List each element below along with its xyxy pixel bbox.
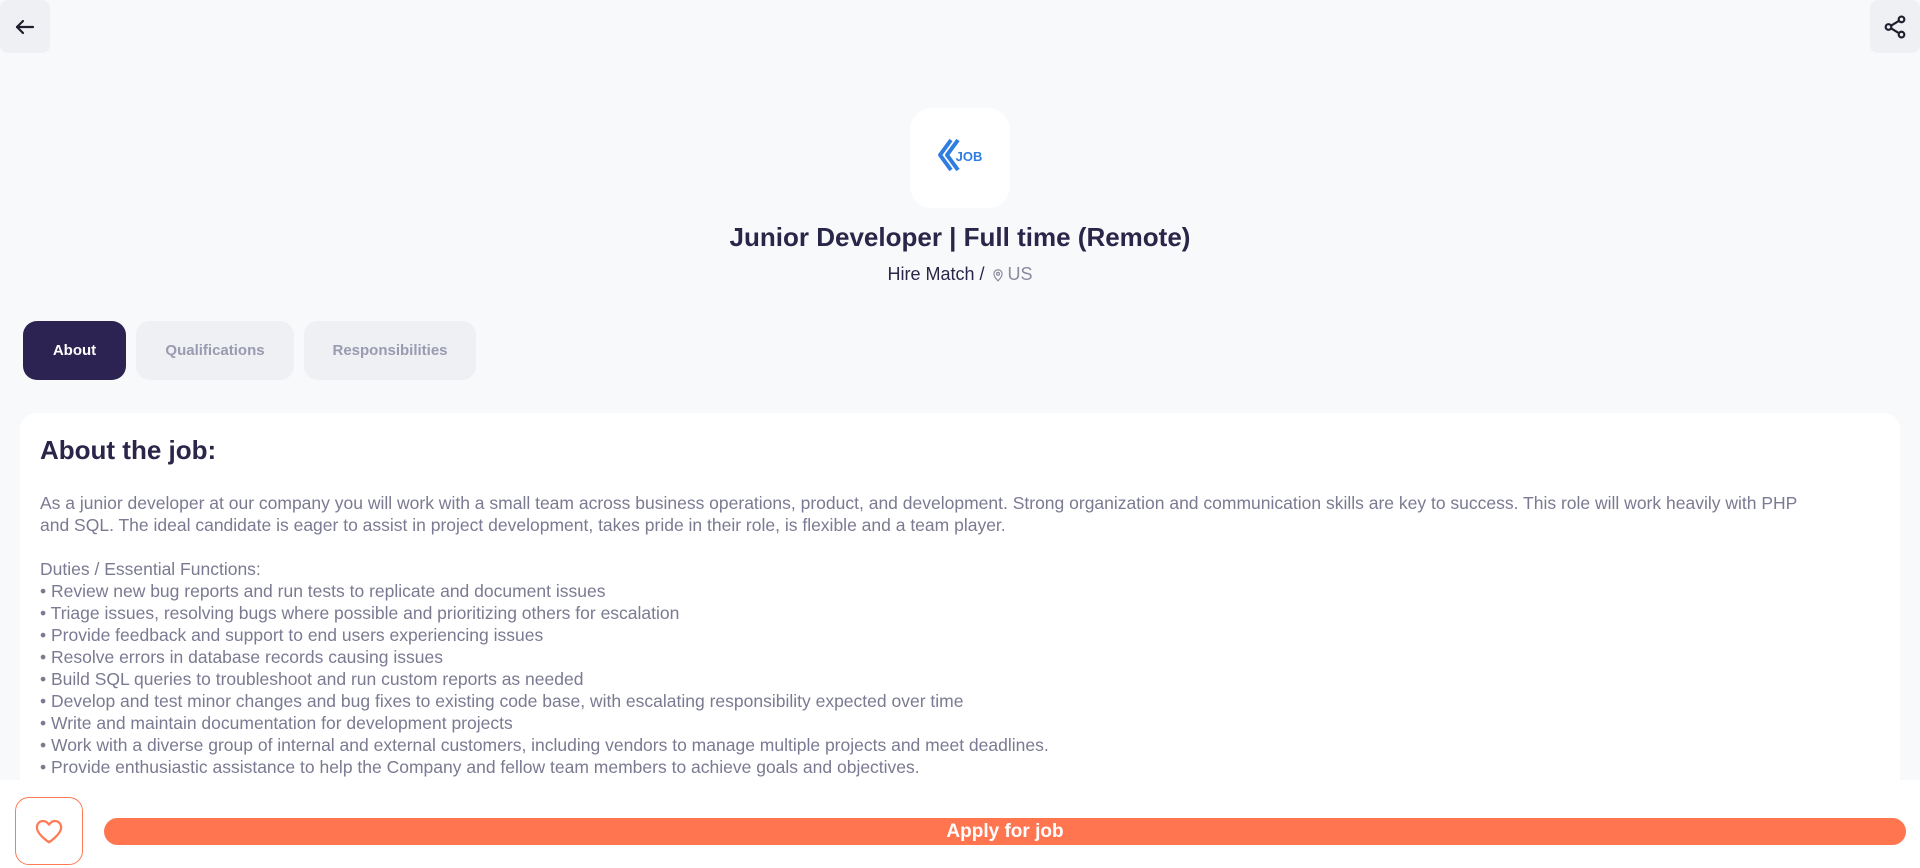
job-meta: Hire Match / US <box>0 264 1920 285</box>
job-tabs: About Qualifications Responsibilities <box>23 321 476 380</box>
heart-icon <box>35 819 63 844</box>
duty-item: • Write and maintain documentation for d… <box>40 713 513 733</box>
arrow-left-icon <box>15 19 35 34</box>
duty-item: • Triage issues, resolving bugs where po… <box>40 603 680 623</box>
duty-item: • Review new bug reports and run tests t… <box>40 581 606 601</box>
duties-heading: Duties / Essential Functions: <box>40 559 261 579</box>
about-card: About the job: As a junior developer at … <box>20 413 1900 780</box>
favorite-button[interactable] <box>15 797 83 865</box>
duty-item: • Develop and test minor changes and bug… <box>40 691 964 711</box>
duty-item: • Provide enthusiastic assistance to hel… <box>40 757 920 777</box>
description-line: and SQL. The ideal candidate is eager to… <box>40 515 1006 535</box>
job-location: US <box>991 264 1033 285</box>
apply-button[interactable]: Apply for job <box>104 818 1906 845</box>
share-icon <box>1884 15 1906 38</box>
tab-about[interactable]: About <box>23 321 126 380</box>
meta-separator: / <box>979 264 985 284</box>
company-name: Hire Match <box>887 264 975 284</box>
company-logo: JOB <box>910 108 1010 208</box>
description-line <box>40 536 1880 558</box>
tab-qualifications[interactable]: Qualifications <box>136 321 294 380</box>
back-button[interactable] <box>0 0 50 53</box>
job-title: Junior Developer | Full time (Remote) <box>729 222 1191 252</box>
share-button[interactable] <box>1870 0 1920 53</box>
description-line: As a junior developer at our company you… <box>40 493 1798 513</box>
duty-item: • Work with a diverse group of internal … <box>40 735 1049 755</box>
duty-item: • Resolve errors in database records cau… <box>40 647 443 667</box>
about-heading: About the job: <box>40 435 217 465</box>
duty-item: • Provide feedback and support to end us… <box>40 625 544 645</box>
job-logo-icon: JOB <box>938 138 983 172</box>
tab-responsibilities[interactable]: Responsibilities <box>304 321 476 380</box>
logo-text: JOB <box>956 149 983 164</box>
map-pin-icon <box>992 268 1003 282</box>
location-text: US <box>1007 264 1033 284</box>
job-description: As a junior developer at our company you… <box>40 492 1880 778</box>
duty-item: • Build SQL queries to troubleshoot and … <box>40 669 584 689</box>
